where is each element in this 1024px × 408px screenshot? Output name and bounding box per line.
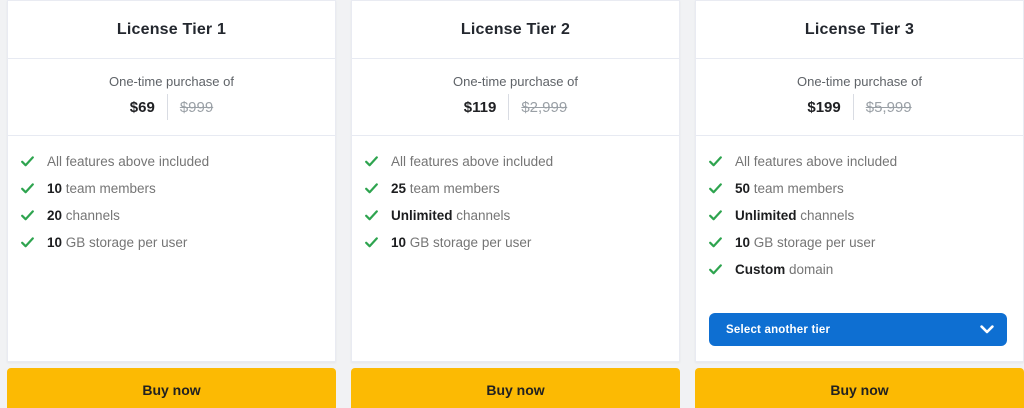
original-price: $5,999 bbox=[866, 99, 912, 116]
feature-text: Unlimited channels bbox=[391, 208, 510, 223]
card-header: License Tier 1 bbox=[8, 1, 335, 59]
feature-text: All features above included bbox=[47, 154, 209, 169]
feature-text: All features above included bbox=[735, 154, 897, 169]
current-price: $69 bbox=[130, 99, 155, 116]
check-icon bbox=[709, 183, 722, 194]
price-row: $119 $2,999 bbox=[464, 94, 567, 120]
buy-now-button[interactable]: Buy now bbox=[695, 368, 1024, 408]
pricing-column-tier-3: License Tier 3 One-time purchase of $199… bbox=[695, 0, 1024, 408]
pricing-card-tier-1: License Tier 1 One-time purchase of $69 … bbox=[7, 0, 336, 362]
check-icon bbox=[365, 237, 378, 248]
feature-text: 10 GB storage per user bbox=[391, 235, 531, 250]
price-divider bbox=[853, 94, 854, 120]
feature-item: 10 team members bbox=[21, 175, 319, 202]
price-row: $199 $5,999 bbox=[807, 94, 911, 120]
feature-item: All features above included bbox=[365, 148, 663, 175]
pricing-column-tier-2: License Tier 2 One-time purchase of $119… bbox=[351, 0, 680, 408]
check-icon bbox=[365, 156, 378, 167]
chevron-down-icon bbox=[980, 325, 994, 334]
feature-item: All features above included bbox=[709, 148, 1007, 175]
select-tier-dropdown[interactable]: Select another tier bbox=[709, 313, 1007, 346]
feature-item: Unlimited channels bbox=[365, 202, 663, 229]
purchase-label: One-time purchase of bbox=[797, 74, 922, 89]
feature-text: 10 team members bbox=[47, 181, 156, 196]
card-header: License Tier 3 bbox=[696, 1, 1023, 59]
feature-item: Unlimited channels bbox=[709, 202, 1007, 229]
check-icon bbox=[709, 264, 722, 275]
price-row: $69 $999 bbox=[130, 94, 213, 120]
dropdown-label: Select another tier bbox=[726, 324, 830, 336]
feature-text: 10 GB storage per user bbox=[735, 235, 875, 250]
feature-item: 10 GB storage per user bbox=[365, 229, 663, 256]
feature-text: Custom domain bbox=[735, 262, 833, 277]
feature-item: Custom domain bbox=[709, 256, 1007, 283]
tier-title: License Tier 1 bbox=[117, 21, 226, 39]
feature-text: Unlimited channels bbox=[735, 208, 854, 223]
feature-text: 10 GB storage per user bbox=[47, 235, 187, 250]
feature-item: 10 GB storage per user bbox=[21, 229, 319, 256]
purchase-label: One-time purchase of bbox=[109, 74, 234, 89]
feature-item: 25 team members bbox=[365, 175, 663, 202]
check-icon bbox=[21, 156, 34, 167]
feature-list: All features above included 10 team membe… bbox=[8, 136, 335, 361]
check-icon bbox=[709, 156, 722, 167]
check-icon bbox=[365, 210, 378, 221]
check-icon bbox=[709, 210, 722, 221]
price-section: One-time purchase of $199 $5,999 bbox=[696, 59, 1023, 136]
feature-item: 50 team members bbox=[709, 175, 1007, 202]
feature-list: All features above included 50 team membe… bbox=[696, 136, 1023, 313]
check-icon bbox=[21, 210, 34, 221]
check-icon bbox=[21, 237, 34, 248]
feature-item: 10 GB storage per user bbox=[709, 229, 1007, 256]
current-price: $199 bbox=[807, 99, 840, 116]
price-section: One-time purchase of $119 $2,999 bbox=[352, 59, 679, 136]
pricing-card-tier-2: License Tier 2 One-time purchase of $119… bbox=[351, 0, 680, 362]
pricing-table: License Tier 1 One-time purchase of $69 … bbox=[0, 0, 1024, 408]
card-header: License Tier 2 bbox=[352, 1, 679, 59]
feature-text: 25 team members bbox=[391, 181, 500, 196]
feature-text: 20 channels bbox=[47, 208, 120, 223]
purchase-label: One-time purchase of bbox=[453, 74, 578, 89]
original-price: $999 bbox=[180, 99, 213, 116]
pricing-card-tier-3: License Tier 3 One-time purchase of $199… bbox=[695, 0, 1024, 362]
price-divider bbox=[508, 94, 509, 120]
feature-text: All features above included bbox=[391, 154, 553, 169]
check-icon bbox=[709, 237, 722, 248]
pricing-column-tier-1: License Tier 1 One-time purchase of $69 … bbox=[7, 0, 336, 408]
feature-item: 20 channels bbox=[21, 202, 319, 229]
price-divider bbox=[167, 94, 168, 120]
feature-list: All features above included 25 team membe… bbox=[352, 136, 679, 361]
tier-title: License Tier 2 bbox=[461, 21, 570, 39]
tier-title: License Tier 3 bbox=[805, 21, 914, 39]
buy-now-button[interactable]: Buy now bbox=[351, 368, 680, 408]
feature-item: All features above included bbox=[21, 148, 319, 175]
check-icon bbox=[21, 183, 34, 194]
buy-now-button[interactable]: Buy now bbox=[7, 368, 336, 408]
feature-text: 50 team members bbox=[735, 181, 844, 196]
check-icon bbox=[365, 183, 378, 194]
original-price: $2,999 bbox=[521, 99, 567, 116]
price-section: One-time purchase of $69 $999 bbox=[8, 59, 335, 136]
current-price: $119 bbox=[464, 99, 497, 116]
